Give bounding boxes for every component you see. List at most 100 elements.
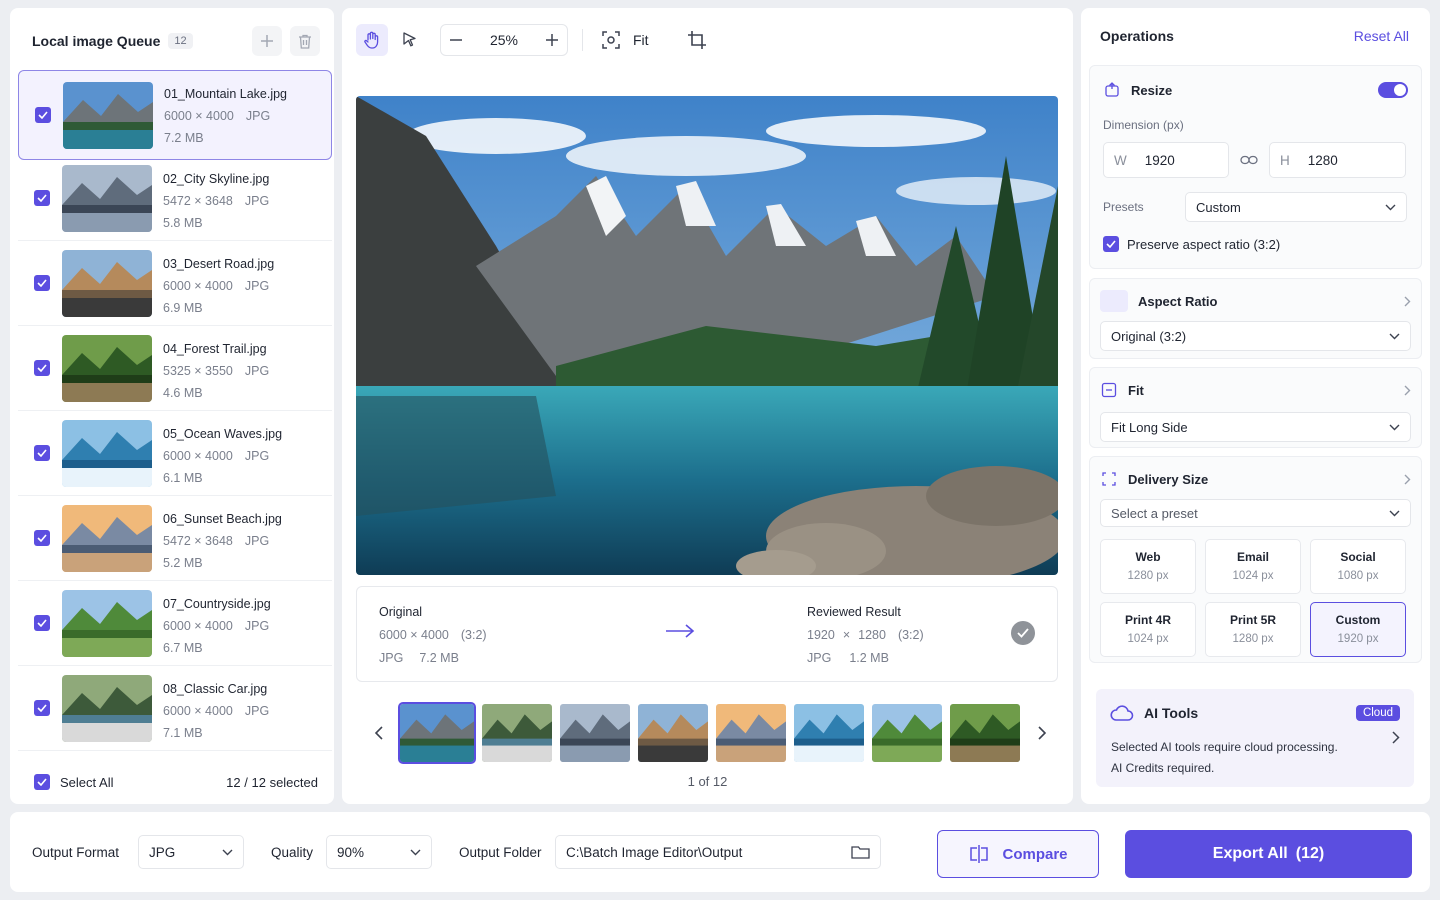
selected-count-separator: / bbox=[240, 774, 252, 790]
queue-footer: Select All 12 / 12 selected bbox=[34, 774, 318, 790]
queue-item-checkbox[interactable] bbox=[35, 107, 51, 123]
aspect-ratio-select[interactable]: Original (3:2) bbox=[1100, 321, 1411, 351]
queue-item[interactable]: 05_Ocean Waves.jpg 6000 × 4000 JPG 6.1 MB bbox=[18, 411, 332, 496]
preset-name: Web bbox=[1135, 550, 1161, 564]
filmstrip-thumbnail[interactable] bbox=[560, 704, 630, 762]
queue-item-checkbox[interactable] bbox=[34, 615, 50, 631]
trash-icon bbox=[299, 34, 311, 49]
delete-image-button[interactable] bbox=[290, 26, 320, 56]
zoom-control: 25% bbox=[440, 24, 568, 56]
queue-item-name: 02_City Skyline.jpg bbox=[163, 172, 270, 186]
strip-prev-button[interactable] bbox=[370, 726, 386, 740]
zoom-out-icon[interactable] bbox=[449, 33, 463, 47]
delivery-size-icon bbox=[1100, 470, 1118, 488]
filmstrip-thumbnail[interactable] bbox=[482, 704, 552, 762]
folder-icon[interactable] bbox=[851, 845, 870, 860]
ai-tools-note-line1: Selected AI tools require cloud processi… bbox=[1111, 740, 1338, 754]
filmstrip-thumbnail[interactable] bbox=[872, 704, 942, 762]
aspect-ratio-title: Aspect Ratio bbox=[1138, 293, 1218, 309]
filmstrip-thumbnail[interactable] bbox=[794, 704, 864, 762]
aspect-ratio-header[interactable]: Aspect Ratio bbox=[1100, 290, 1411, 312]
page-indicator: 1 of 12 bbox=[687, 774, 728, 789]
queue-item[interactable]: 03_Desert Road.jpg 6000 × 4000 JPG 6.9 MB bbox=[18, 241, 332, 326]
delivery-preset-option[interactable]: Email 1024 px bbox=[1205, 539, 1301, 594]
queue-item-checkbox[interactable] bbox=[34, 445, 50, 461]
queue-item-checkbox[interactable] bbox=[34, 190, 50, 206]
quality-select[interactable]: 90% bbox=[326, 835, 432, 869]
ai-tools-title: AI Tools bbox=[1144, 705, 1199, 721]
chevron-down-icon bbox=[1385, 204, 1396, 210]
link-dimensions-button[interactable] bbox=[1229, 155, 1269, 165]
preserve-aspect-checkbox[interactable] bbox=[1103, 236, 1119, 252]
queue-item-name: 04_Forest Trail.jpg bbox=[163, 342, 267, 356]
compare-button[interactable]: Compare bbox=[937, 830, 1099, 878]
check-icon bbox=[37, 704, 47, 712]
queue-item-format: JPG bbox=[244, 619, 270, 633]
check-icon bbox=[37, 534, 47, 542]
fit-select[interactable]: Fit Long Side bbox=[1100, 412, 1411, 442]
resize-icon bbox=[1103, 81, 1121, 99]
delivery-preset-option[interactable]: Social 1080 px bbox=[1310, 539, 1406, 594]
queue-item-size: 6.1 MB bbox=[163, 471, 203, 485]
filmstrip-thumbnail[interactable] bbox=[950, 704, 1020, 762]
queue-item[interactable]: 07_Countryside.jpg 6000 × 4000 JPG 6.7 MB bbox=[18, 581, 332, 666]
fit-header[interactable]: Fit bbox=[1100, 380, 1411, 400]
result-size: 1.2 MB bbox=[849, 651, 889, 665]
queue-item-checkbox[interactable] bbox=[34, 360, 50, 376]
fit-card: Fit Fit Long Side bbox=[1089, 367, 1422, 448]
queue-item-checkbox[interactable] bbox=[34, 275, 50, 291]
queue-item-thumbnail bbox=[62, 589, 152, 657]
delivery-preset-option[interactable]: Custom 1920 px bbox=[1310, 602, 1406, 657]
export-all-button[interactable]: Export All (12) bbox=[1125, 830, 1412, 878]
queue-item-dimensions: 6000 × 4000 bbox=[164, 109, 234, 123]
presets-select[interactable]: Custom bbox=[1185, 192, 1407, 222]
chevron-down-icon bbox=[1389, 510, 1400, 516]
ai-tools-card[interactable]: AI Tools Cloud Selected AI tools require… bbox=[1096, 689, 1414, 787]
select-all-label[interactable]: Select All bbox=[60, 775, 113, 790]
delivery-preset-option[interactable]: Print 4R 1024 px bbox=[1100, 602, 1196, 657]
select-all-checkbox[interactable] bbox=[34, 774, 50, 790]
queue-item[interactable]: 02_City Skyline.jpg 5472 × 3648 JPG 5.8 MB bbox=[18, 156, 332, 241]
main-preview-image[interactable] bbox=[356, 96, 1058, 575]
queue-item[interactable]: 01_Mountain Lake.jpg 6000 × 4000 JPG 7.2 MB bbox=[18, 70, 332, 160]
queue-item-name: 07_Countryside.jpg bbox=[163, 597, 271, 611]
cursor-arrow-icon bbox=[403, 32, 416, 47]
compare-icon bbox=[970, 845, 989, 863]
select-tool-button[interactable] bbox=[394, 24, 426, 56]
queue-item-format: JPG bbox=[244, 449, 270, 463]
filmstrip-thumbnail[interactable] bbox=[398, 702, 476, 764]
selected-count: 12 / 12 selected bbox=[226, 775, 318, 790]
width-field[interactable]: W 1920 bbox=[1103, 142, 1229, 178]
check-icon bbox=[37, 449, 47, 457]
output-folder-field[interactable]: C:\Batch Image Editor\Output bbox=[555, 835, 881, 869]
preserve-aspect-label: Preserve aspect ratio (3:2) bbox=[1127, 236, 1281, 252]
queue-item-checkbox[interactable] bbox=[34, 700, 50, 716]
hand-tool-button[interactable] bbox=[356, 24, 388, 56]
delivery-preset-option[interactable]: Print 5R 1280 px bbox=[1205, 602, 1301, 657]
check-icon bbox=[37, 619, 47, 627]
output-format-select[interactable]: JPG bbox=[138, 835, 244, 869]
delivery-preset-select[interactable]: Select a preset bbox=[1100, 499, 1411, 527]
delivery-size-title: Delivery Size bbox=[1128, 471, 1209, 487]
filmstrip-thumbnail[interactable] bbox=[638, 704, 708, 762]
strip-next-button[interactable] bbox=[1034, 726, 1050, 740]
queue-item[interactable]: 06_Sunset Beach.jpg 5472 × 3648 JPG 5.2 MB bbox=[18, 496, 332, 581]
filmstrip-thumbnail[interactable] bbox=[716, 704, 786, 762]
fit-button[interactable]: Fit bbox=[601, 30, 649, 50]
delivery-size-header[interactable]: Delivery Size bbox=[1100, 469, 1411, 489]
reset-all-button[interactable]: Reset All bbox=[1354, 28, 1409, 44]
zoom-in-icon[interactable] bbox=[545, 33, 559, 47]
preview-panel: 25% Fit Original 6000 × 4000 (3:2) JPG 7… bbox=[342, 8, 1073, 804]
resize-toggle[interactable] bbox=[1378, 82, 1408, 98]
delivery-preset-option[interactable]: Web 1280 px bbox=[1100, 539, 1196, 594]
original-dimensions: 6000 × 4000 bbox=[379, 628, 449, 642]
add-image-button[interactable] bbox=[252, 26, 282, 56]
crop-tool-button[interactable] bbox=[681, 24, 713, 56]
queue-item-size: 7.1 MB bbox=[163, 726, 203, 740]
queue-item[interactable]: 04_Forest Trail.jpg 5325 × 3550 JPG 4.6 MB bbox=[18, 326, 332, 411]
queue-item-format: JPG bbox=[244, 704, 270, 718]
queue-item[interactable]: 08_Classic Car.jpg 6000 × 4000 JPG 7.1 MB bbox=[18, 666, 332, 751]
height-field[interactable]: H 1280 bbox=[1269, 142, 1406, 178]
selected-count-value: 12 bbox=[226, 774, 241, 790]
queue-item-checkbox[interactable] bbox=[34, 530, 50, 546]
